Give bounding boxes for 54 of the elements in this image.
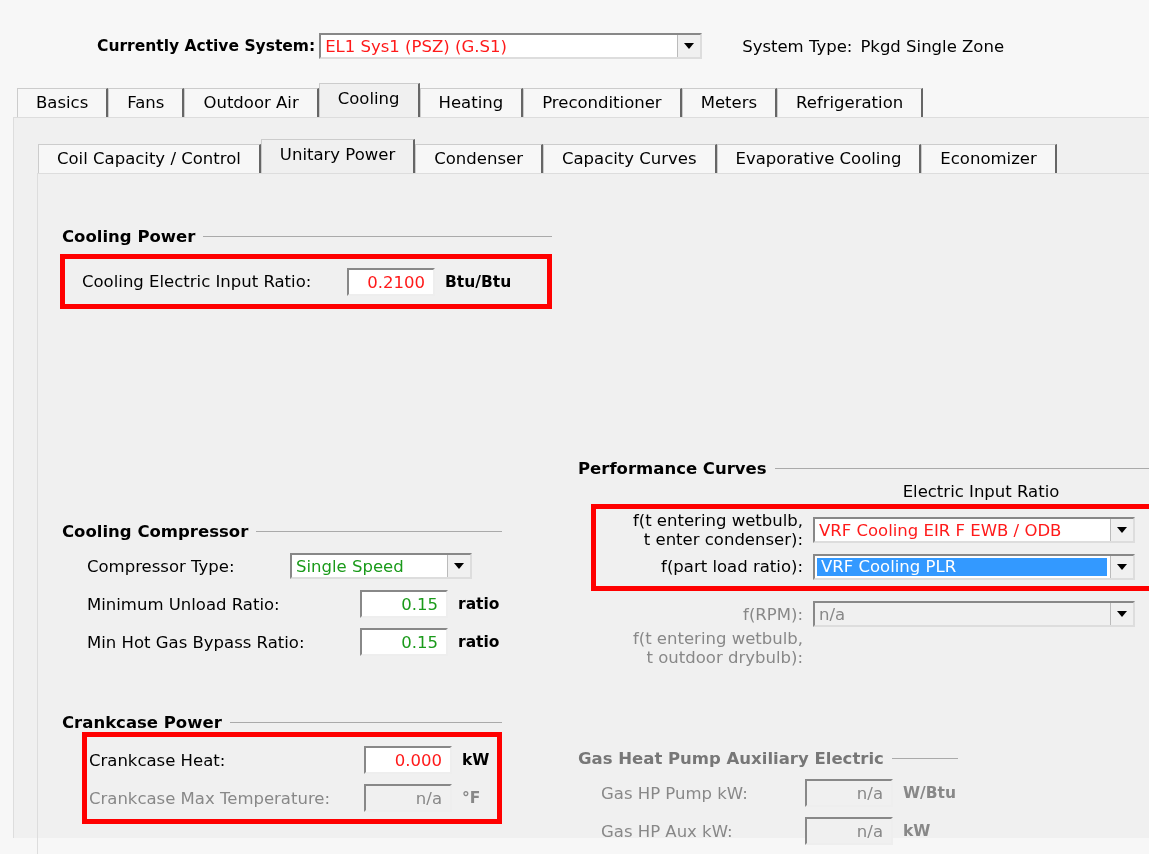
system-type-value: Pkgd Single Zone	[860, 36, 1005, 56]
system-dropdown[interactable]: EL1 Sys1 (PSZ) (G.S1)	[319, 33, 703, 59]
field-label: Compressor Type:	[87, 556, 236, 576]
section-title: Crankcase Power	[62, 713, 222, 732]
dropdown[interactable]: VRF Cooling EIR F EWB / ODB	[813, 517, 1135, 543]
tab[interactable]: Basics	[17, 88, 109, 117]
caret-icon	[1117, 527, 1127, 533]
column-heading: Electric Input Ratio	[901, 481, 1061, 501]
unit-label: kW	[903, 822, 931, 840]
field-label: Crankcase Max Temperature:	[88, 788, 332, 808]
system-type-label: System Type:	[742, 36, 853, 56]
tab[interactable]: Fans	[108, 88, 185, 117]
field-label: Cooling Electric Input Ratio:	[82, 272, 313, 291]
tab[interactable]: Unitary Power	[260, 139, 416, 173]
field-label: f(t entering wetbulb, t outdoor drybulb):	[631, 629, 803, 667]
active-system-label: Currently Active System:	[97, 37, 316, 55]
unit-label: °F	[462, 789, 481, 807]
tab[interactable]: Refrigeration	[777, 88, 924, 117]
input-field[interactable]: 0.000	[364, 746, 452, 774]
field-label: f(RPM):	[742, 604, 803, 624]
input-field[interactable]: 0.2100	[347, 267, 435, 296]
field-label: Gas HP Pump kW:	[601, 783, 749, 803]
field-label: Crankcase Heat:	[88, 750, 227, 770]
section-title: Cooling Compressor	[62, 522, 249, 541]
tab[interactable]: Coil Capacity / Control	[38, 144, 261, 173]
caret-icon	[1117, 611, 1127, 617]
tab[interactable]: Evaporative Cooling	[716, 144, 922, 173]
tab[interactable]: Cooling	[318, 83, 420, 117]
tab[interactable]: Capacity Curves	[542, 144, 717, 173]
field-label: Min Hot Gas Bypass Ratio:	[87, 632, 306, 652]
caret-icon	[454, 563, 464, 569]
caret-icon	[1117, 563, 1127, 570]
unit-label: kW	[462, 751, 490, 769]
unit-label: W/Btu	[903, 784, 957, 802]
unit-label: ratio	[458, 595, 500, 613]
tab[interactable]: Meters	[681, 88, 778, 117]
tab[interactable]: Economizer	[921, 144, 1057, 173]
field-label: f(t entering wetbulb, t enter condenser):	[631, 511, 803, 549]
section-title: Gas Heat Pump Auxiliary Electric	[578, 749, 884, 768]
tab[interactable]: Preconditioner	[523, 88, 682, 117]
field-label: Minimum Unload Ratio:	[87, 594, 281, 614]
field-label: f(part load ratio):	[660, 557, 803, 576]
tab[interactable]: Condenser	[415, 144, 543, 173]
unit-label: ratio	[458, 633, 500, 651]
dropdown[interactable]: Single Speed	[290, 553, 472, 579]
input-field[interactable]: 0.15	[360, 628, 448, 656]
unit-label: Btu/Btu	[445, 272, 512, 291]
input-field[interactable]: 0.15	[360, 590, 448, 618]
tab[interactable]: Outdoor Air	[184, 88, 319, 117]
caret-icon	[684, 43, 695, 49]
field-label: Gas HP Aux kW:	[601, 821, 734, 841]
section-title: Performance Curves	[578, 459, 767, 478]
section-title: Cooling Power	[62, 227, 196, 246]
tab[interactable]: Heating	[419, 88, 524, 117]
